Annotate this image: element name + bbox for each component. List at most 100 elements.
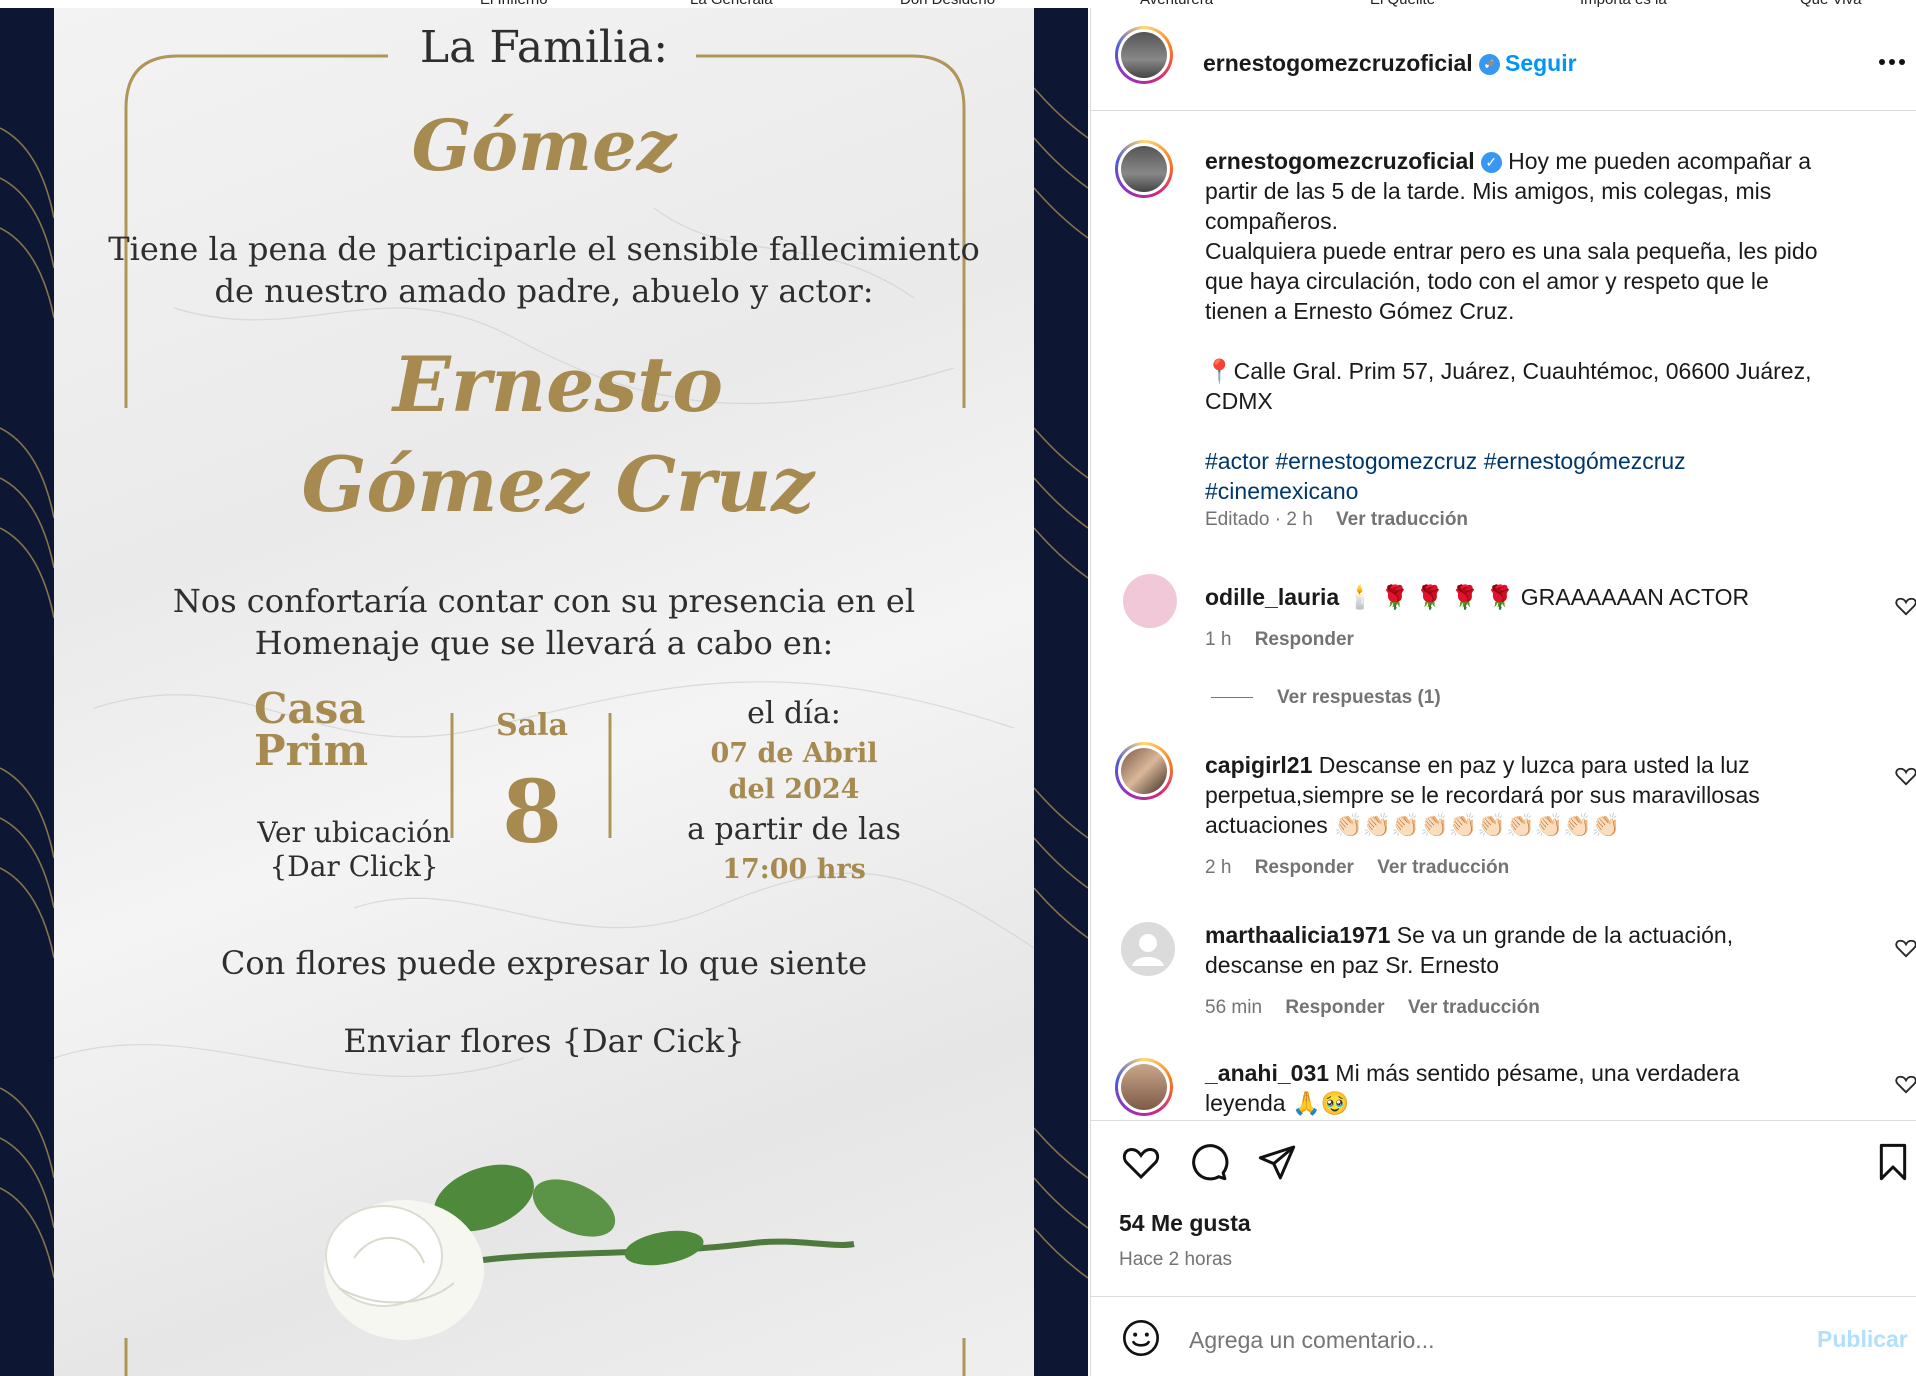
comment-meta: 2 h Responder Ver traducción bbox=[1205, 856, 1509, 880]
comment-body: 🕯️ 🌹 🌹 🌹 🌹 GRAAAAAAN ACTOR bbox=[1345, 584, 1750, 610]
room-label: Sala bbox=[496, 708, 568, 743]
edited-label: Editado bbox=[1205, 509, 1270, 530]
comment-meta: 1 h Responder bbox=[1205, 628, 1354, 652]
caption-username[interactable]: ernestogomezcruzoficial bbox=[1205, 148, 1475, 174]
date-line-2: del 2024 bbox=[728, 774, 860, 805]
comment-input[interactable] bbox=[1187, 1322, 1751, 1358]
tab-label[interactable]: El Quelite bbox=[1370, 0, 1435, 8]
send-flowers-link[interactable]: Enviar flores {Dar Cick} bbox=[54, 1022, 1034, 1060]
location-line-2: {Dar Click} bbox=[269, 850, 439, 883]
hashtags-line-1[interactable]: #actor #ernestogomezcruz #ernestogómezcr… bbox=[1205, 448, 1686, 474]
verified-icon: ✓ bbox=[1480, 152, 1502, 173]
family-label: La Familia: bbox=[419, 22, 669, 73]
caption-avatar[interactable] bbox=[1115, 140, 1173, 198]
comment-icon[interactable] bbox=[1189, 1142, 1229, 1182]
tab-label[interactable]: Aventurera bbox=[1140, 0, 1213, 8]
address-line-2: CDMX bbox=[1205, 388, 1273, 414]
notice-line-2: de nuestro amado padre, abuelo y actor: bbox=[214, 272, 874, 310]
likes-count[interactable]: 54 Me gusta bbox=[1119, 1208, 1251, 1238]
marble-texture bbox=[54, 54, 1034, 1376]
date-line-1: 07 de Abril bbox=[710, 738, 878, 769]
view-replies-button[interactable]: Ver respuestas (1) bbox=[1277, 686, 1441, 710]
caption-line: que haya circulación, todo con el amor y… bbox=[1205, 268, 1769, 294]
comment-body: perpetua,siempre se le recordará por sus… bbox=[1205, 782, 1760, 808]
comment-body: Mi más sentido pésame, una verdadera bbox=[1335, 1060, 1740, 1086]
deceased-first-name: Ernesto bbox=[392, 340, 724, 429]
comment-body: descanse en paz Sr. Ernesto bbox=[1205, 952, 1500, 978]
tab-label[interactable]: Que Viva bbox=[1800, 0, 1861, 8]
caption-line: Hoy me pueden acompañar a bbox=[1508, 148, 1812, 174]
share-icon[interactable] bbox=[1257, 1142, 1297, 1182]
comment-username[interactable]: _anahi_031 bbox=[1205, 1060, 1329, 1086]
post-details-panel: ernestogomezcruzoficial ✓ • Seguir ernest… bbox=[1090, 8, 1916, 1376]
comment-username[interactable]: odille_lauria bbox=[1205, 584, 1339, 610]
comment-meta: 56 min Responder Ver traducción bbox=[1205, 996, 1540, 1020]
hashtags-line-2[interactable]: #cinemexicano bbox=[1205, 478, 1358, 504]
comment-body: actuaciones 👏🏻👏🏻👏🏻👏🏻👏🏻👏🏻👏🏻👏🏻👏🏻👏🏻 bbox=[1205, 812, 1621, 838]
comfort-line-1: Nos confortaría contar con su presencia … bbox=[172, 582, 916, 620]
comment-time: 1 h bbox=[1205, 629, 1232, 650]
comment-clip: _anahi_031 Mi más sentido pésame, una ve… bbox=[1091, 1048, 1916, 1120]
reply-button[interactable]: Responder bbox=[1255, 857, 1354, 878]
tab-label[interactable]: Don Desiderio bbox=[900, 0, 995, 8]
caption-line: tienen a Ernesto Gómez Cruz. bbox=[1205, 298, 1515, 324]
commenter-avatar[interactable] bbox=[1115, 742, 1173, 800]
address-line-1: Calle Gral. Prim 57, Juárez, Cuauhtémoc,… bbox=[1233, 358, 1812, 384]
caption-meta: Editado · 2 h Ver traducción bbox=[1205, 509, 1469, 530]
bookmark-icon[interactable] bbox=[1875, 1142, 1911, 1182]
posted-time: Hace 2 horas bbox=[1119, 1249, 1233, 1270]
from-label: a partir de las bbox=[687, 812, 901, 847]
follow-button[interactable]: Seguir bbox=[1505, 48, 1577, 78]
comment-body: Se va un grande de la actuación, bbox=[1396, 922, 1734, 948]
comment-like-icon[interactable] bbox=[1895, 766, 1916, 786]
reply-button[interactable]: Responder bbox=[1255, 629, 1354, 650]
comment-username[interactable]: capigirl21 bbox=[1205, 752, 1312, 778]
reply-button[interactable]: Responder bbox=[1285, 997, 1384, 1018]
author-username-header[interactable]: ernestogomezcruzoficial ✓ bbox=[1203, 48, 1500, 78]
comment-time: 2 h bbox=[1205, 857, 1232, 878]
notice-line-1: Tiene la pena de participarle el sensibl… bbox=[108, 230, 980, 268]
tab-strip: El Infierno La Generala Don Desiderio Av… bbox=[0, 0, 1916, 8]
publish-button[interactable]: Publicar bbox=[1817, 1324, 1908, 1354]
caption-line: partir de las 5 de la tarde. Mis amigos,… bbox=[1205, 178, 1772, 204]
post-image[interactable]: La Familia: Gómez Tiene la pena de parti… bbox=[0, 8, 1088, 1376]
white-rose bbox=[324, 1164, 855, 1340]
comment-like-icon[interactable] bbox=[1895, 596, 1916, 616]
comment-body: leyenda 🙏🥹 bbox=[1205, 1090, 1350, 1116]
tab-label[interactable]: La Generala bbox=[690, 0, 773, 8]
translate-button[interactable]: Ver traducción bbox=[1377, 857, 1509, 878]
comment-like-icon[interactable] bbox=[1895, 938, 1916, 958]
comment-body: Descanse en paz y luzca para usted la lu… bbox=[1318, 752, 1750, 778]
location-line-1: Ver ubicación bbox=[257, 816, 451, 849]
day-label: el día: bbox=[747, 696, 841, 731]
venue-line-2: Prim bbox=[254, 726, 369, 775]
pin-icon: 📍 bbox=[1205, 358, 1234, 384]
tab-label[interactable]: Importa es la bbox=[1580, 0, 1667, 8]
location-link[interactable]: Ver ubicación {Dar Click} bbox=[254, 816, 454, 884]
commenter-avatar[interactable] bbox=[1123, 574, 1177, 628]
tab-label[interactable]: El Infierno bbox=[480, 0, 548, 8]
dot-separator: • bbox=[1487, 50, 1496, 76]
comments-divider bbox=[1091, 1120, 1916, 1121]
emoji-icon[interactable] bbox=[1121, 1318, 1161, 1358]
translate-button[interactable]: Ver traducción bbox=[1336, 509, 1468, 530]
caption-line: Cualquiera puede entrar pero es una sala… bbox=[1205, 238, 1818, 264]
username-text: ernestogomezcruzoficial bbox=[1203, 50, 1473, 76]
author-avatar[interactable] bbox=[1115, 26, 1173, 84]
comment-username[interactable]: marthaalicia1971 bbox=[1205, 922, 1390, 948]
invitation-card: La Familia: Gómez Tiene la pena de parti… bbox=[54, 8, 1034, 1376]
commenter-avatar[interactable] bbox=[1115, 1058, 1173, 1116]
comfort-line-2: Homenaje que se llevará a cabo en: bbox=[254, 624, 834, 662]
commenter-avatar[interactable] bbox=[1121, 922, 1175, 976]
composer-divider bbox=[1091, 1296, 1916, 1297]
comment-like-icon[interactable] bbox=[1895, 1074, 1916, 1094]
replies-divider bbox=[1211, 697, 1253, 698]
room-number: 8 bbox=[502, 762, 562, 863]
heart-icon[interactable] bbox=[1121, 1142, 1161, 1182]
venue-name: Casa Prim bbox=[254, 688, 474, 772]
caption-line: compañeros. bbox=[1205, 208, 1338, 234]
venue-line-1: Casa bbox=[254, 684, 366, 733]
comment-text: _anahi_031 Mi más sentido pésame, una ve… bbox=[1205, 1058, 1865, 1118]
translate-button[interactable]: Ver traducción bbox=[1408, 997, 1540, 1018]
more-icon[interactable] bbox=[1877, 52, 1907, 72]
